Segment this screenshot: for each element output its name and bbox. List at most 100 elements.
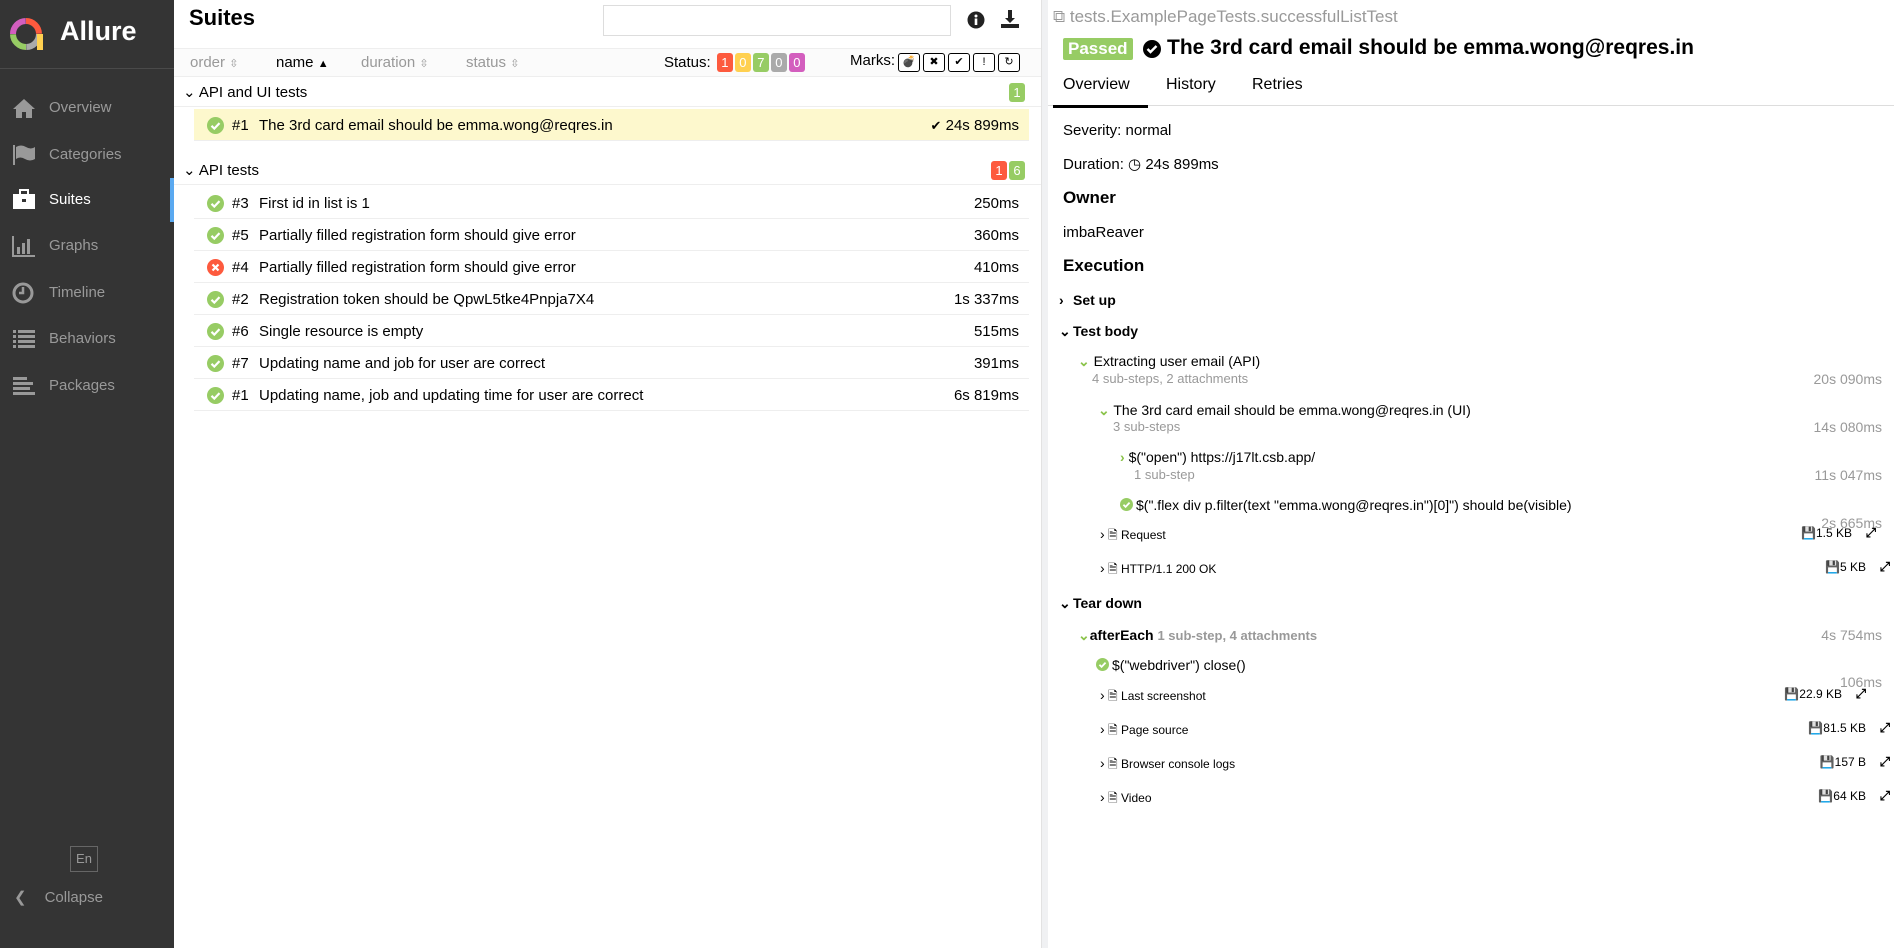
- duration-value: 250ms: [973, 195, 1019, 212]
- attachment-a4[interactable]: › 🗎 Page source 💾81.5 KB ⤢: [1100, 720, 1894, 742]
- expand-icon[interactable]: ⤢: [1880, 788, 1890, 804]
- search-input[interactable]: [603, 5, 951, 36]
- file-icon: 🗎: [1108, 528, 1118, 542]
- info-icon[interactable]: [967, 11, 985, 29]
- copy-icon[interactable]: ⧉: [1053, 7, 1065, 26]
- test-number: #3: [232, 195, 249, 212]
- sidebar-item-packages[interactable]: Packages: [0, 364, 174, 408]
- sidebar-item-graphs[interactable]: Graphs: [0, 224, 174, 268]
- test-duration: 1s 337ms: [954, 291, 1019, 308]
- section-label: Tear down: [1073, 595, 1142, 611]
- chevron-right-icon: ›: [1100, 789, 1105, 805]
- status-broken-toggle[interactable]: 0: [734, 53, 751, 72]
- language-button[interactable]: En: [70, 846, 98, 872]
- failed-status-icon: [207, 259, 224, 276]
- file-icon: 🗎: [1108, 723, 1118, 737]
- sidebar-item-behaviors[interactable]: Behaviors: [0, 317, 174, 361]
- attachment-a6[interactable]: › 🗎 Video 💾64 KB ⤢: [1100, 788, 1894, 810]
- sidebar-item-timeline[interactable]: Timeline: [0, 271, 174, 315]
- new-passed-mark-icon[interactable]: ✔: [948, 53, 970, 72]
- sidebar-item-overview[interactable]: Overview: [0, 86, 174, 130]
- status-skipped-toggle[interactable]: 0: [770, 53, 787, 72]
- step-name: $("open") https://j17lt.csb.app/: [1128, 449, 1316, 465]
- sidebar-item-categories[interactable]: Categories: [0, 133, 174, 177]
- check-circle-icon: [1096, 657, 1112, 673]
- duration-value: 391ms: [973, 355, 1019, 372]
- test-duration: 6s 819ms: [954, 387, 1019, 404]
- duration-value: 360ms: [973, 227, 1019, 244]
- step-extracting[interactable]: ⌄ Extracting user email (API): [1078, 353, 1260, 370]
- test-duration: 250ms: [974, 195, 1019, 212]
- suite-group[interactable]: ⌄ API tests 1 6: [174, 155, 1041, 185]
- step-name: afterEach: [1089, 627, 1154, 643]
- attachment-name: Browser console logs: [1121, 757, 1236, 771]
- save-icon: 💾: [1818, 789, 1834, 803]
- table-row[interactable]: #5 Partially filled registration form sho…: [194, 219, 1029, 251]
- chevron-down-icon: ⌄: [1078, 627, 1090, 643]
- download-icon[interactable]: [1000, 9, 1020, 29]
- table-row[interactable]: #6 Single resource is empty 515ms: [194, 315, 1029, 347]
- expand-icon[interactable]: ⤢: [1880, 754, 1890, 770]
- table-row[interactable]: #3 First id in list is 1 250ms: [194, 187, 1029, 219]
- flaky-mark-icon[interactable]: 💣: [898, 53, 920, 72]
- collapse-button[interactable]: ❮ Collapse: [14, 888, 103, 906]
- sort-name[interactable]: name ▲: [276, 54, 329, 71]
- chevron-right-icon: ›: [1100, 721, 1105, 737]
- table-row[interactable]: #1 The 3rd card email should be emma.wong…: [194, 109, 1029, 141]
- step-ui[interactable]: ⌄ The 3rd card email should be emma.wong…: [1098, 402, 1471, 419]
- suites-pane: Suites order ⇳ name ▲ duration ⇳ status …: [174, 0, 1041, 948]
- new-broken-mark-icon[interactable]: !: [973, 53, 995, 72]
- step-meta: 4 sub-steps, 2 attachments: [1092, 371, 1249, 386]
- expand-icon[interactable]: ⤢: [1880, 559, 1890, 575]
- tab-overview[interactable]: Overview: [1053, 76, 1148, 108]
- table-row[interactable]: #4 Partially filled registration form sho…: [194, 251, 1029, 283]
- chevron-down-icon: ⌄: [1059, 323, 1071, 339]
- attachment-a2[interactable]: › 🗎 HTTP/1.1 200 OK 💾5 KB ⤢: [1100, 559, 1894, 581]
- table-row[interactable]: #1 Updating name, job and updating time f…: [194, 379, 1029, 411]
- attachment-a5[interactable]: › 🗎 Browser console logs 💾157 B ⤢: [1100, 754, 1894, 776]
- retries-mark-icon[interactable]: ↻: [998, 53, 1020, 72]
- pane-resizer[interactable]: [1041, 0, 1048, 948]
- duration-value: 24s 899ms: [1145, 156, 1219, 173]
- check-circle-icon: ✔: [930, 118, 942, 133]
- sort-duration[interactable]: duration ⇳: [361, 54, 429, 71]
- tab-history[interactable]: History: [1166, 76, 1216, 94]
- status-badge: Passed: [1063, 38, 1133, 60]
- status-unknown-toggle[interactable]: 0: [788, 53, 805, 72]
- step-open[interactable]: › $("open") https://j17lt.csb.app/: [1120, 449, 1315, 465]
- sort-order[interactable]: order ⇳: [190, 54, 238, 71]
- sidebar-item-suites[interactable]: Suites: [0, 178, 174, 222]
- expand-icon[interactable]: ⤢: [1866, 525, 1876, 541]
- teardown-section[interactable]: ⌄ Tear down: [1059, 595, 1142, 612]
- chevron-right-icon: ›: [1120, 449, 1125, 465]
- table-row[interactable]: #2 Registration token should be QpwL5tke4…: [194, 283, 1029, 315]
- attachment-a3[interactable]: › 🗎 Last screenshot 💾22.9 KB ⤢: [1100, 686, 1870, 708]
- table-row[interactable]: #7 Updating name and job for user are cor…: [194, 347, 1029, 379]
- group-counts: 1: [1007, 83, 1025, 102]
- align-left-icon: [13, 377, 35, 395]
- sort-status[interactable]: status ⇳: [466, 54, 519, 71]
- test-number: #5: [232, 227, 249, 244]
- test-duration: 360ms: [974, 227, 1019, 244]
- step-aftereach[interactable]: ⌄afterEach 1 sub-step, 4 attachments: [1078, 627, 1317, 644]
- status-failed-toggle[interactable]: 1: [716, 53, 733, 72]
- test-name: Updating name and job for user are corre…: [259, 355, 545, 372]
- attachment-a1[interactable]: › 🗎 Request 💾1.5 KB ⤢: [1100, 525, 1880, 547]
- test-number: #2: [232, 291, 249, 308]
- logo[interactable]: Allure: [0, 0, 174, 69]
- duration-value: 410ms: [973, 259, 1019, 276]
- testbody-section[interactable]: ⌄ Test body: [1059, 323, 1138, 340]
- status-label: Status:: [664, 54, 711, 71]
- setup-section[interactable]: › Set up: [1059, 292, 1116, 308]
- new-failed-mark-icon[interactable]: ✖: [923, 53, 945, 72]
- expand-icon[interactable]: ⤢: [1880, 720, 1890, 736]
- tab-retries[interactable]: Retries: [1252, 76, 1303, 94]
- suite-group[interactable]: ⌄ API and UI tests 1: [174, 77, 1041, 107]
- attachment-name: Page source: [1121, 723, 1189, 737]
- clock-icon: ◷: [1128, 156, 1142, 173]
- test-name: First id in list is 1: [259, 195, 370, 212]
- breadcrumb[interactable]: ⧉ tests.ExamplePageTests.successfulListT…: [1053, 7, 1398, 27]
- expand-icon[interactable]: ⤢: [1856, 686, 1866, 702]
- status-passed-toggle[interactable]: 7: [752, 53, 769, 72]
- passed-status-icon: [207, 323, 224, 340]
